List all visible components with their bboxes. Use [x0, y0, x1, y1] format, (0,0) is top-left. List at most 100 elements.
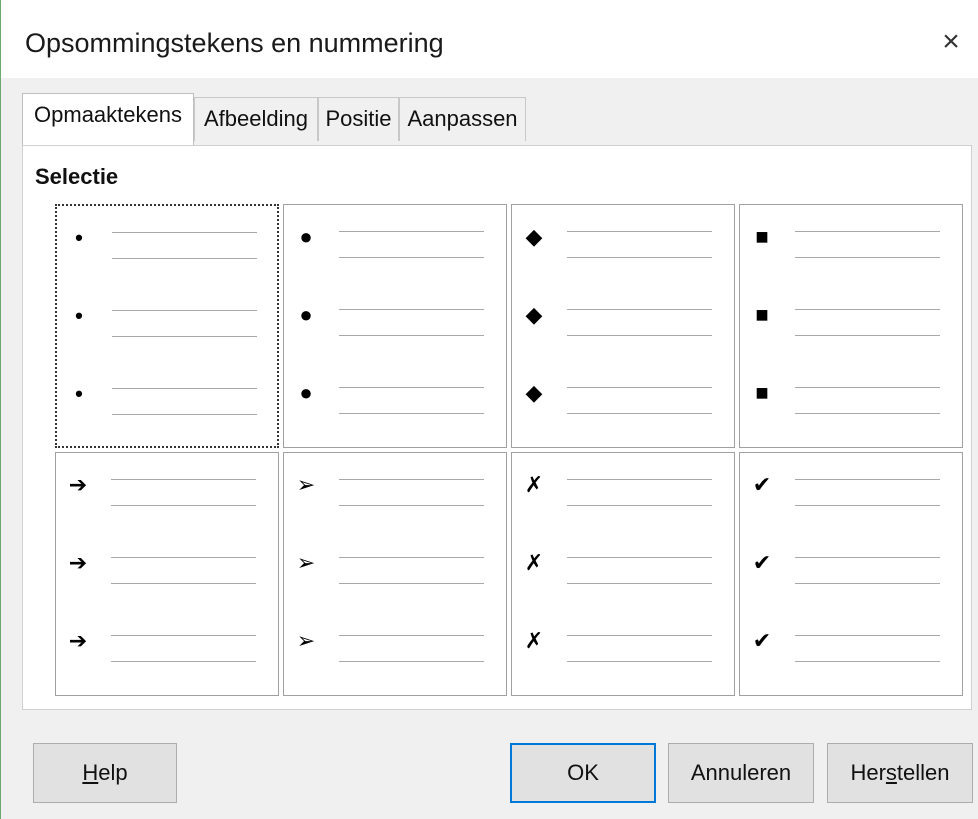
preview-rule: [567, 387, 712, 388]
tab-positie[interactable]: Positie: [318, 97, 399, 141]
reset-label-pre: Her: [850, 760, 886, 785]
selection-heading: Selectie: [35, 164, 119, 189]
small-bullet-icon: •: [75, 303, 83, 328]
preview-rule: [339, 479, 484, 480]
preview-rule: [339, 583, 484, 584]
preview-line: ➔: [56, 629, 278, 669]
preview-line: ✔: [740, 473, 962, 513]
preview-line: ◆: [512, 381, 734, 421]
preview-rule: [339, 387, 484, 388]
preview-line: ➢: [284, 473, 506, 513]
preview-rule: [339, 635, 484, 636]
help-label-post: elp: [98, 760, 128, 785]
reset-label-post: tellen: [896, 760, 950, 785]
preview-rule: [567, 257, 712, 258]
checkmark-bullet-icon: ✔: [752, 550, 772, 575]
preview-rule: [339, 661, 484, 662]
arrow-bullet-icon: ➔: [68, 550, 88, 575]
preview-rule: [339, 231, 484, 232]
tab-afbeelding[interactable]: Afbeelding: [194, 97, 318, 141]
preview-rule: [111, 505, 256, 506]
tab-panel: Selectie • • • ● ● ● ◆ ◆ ◆ ■ ■ ■ ➔ ➔ ➔ ➢ ➢ ➢ ✗ ✗ ✗ ✔ ✔ ✔: [22, 145, 972, 710]
preview-line: ➢: [284, 629, 506, 669]
preview-line: ➔: [56, 551, 278, 591]
preview-rule: [795, 557, 940, 558]
large-bullet-icon: ●: [299, 380, 313, 405]
preview-rule: [111, 635, 256, 636]
preview-rule: [112, 336, 257, 337]
preview-line: ■: [740, 381, 962, 421]
cross-bullet-icon: ✗: [524, 628, 544, 653]
tab-aanpassen[interactable]: Aanpassen: [399, 97, 526, 141]
large-bullet-icon: ●: [299, 224, 313, 249]
preview-rule: [112, 258, 257, 259]
preview-line: ●: [284, 303, 506, 343]
title-bar: Opsommingstekens en nummering ×: [1, 0, 978, 78]
preview-rule: [795, 583, 940, 584]
dialog-title: Opsommingstekens en nummering: [25, 28, 444, 58]
large-bullet-icon: ●: [299, 302, 313, 327]
preview-rule: [339, 557, 484, 558]
preview-line: ◆: [512, 303, 734, 343]
preview-line: •: [57, 304, 277, 344]
bullet-style-option[interactable]: ➔ ➔ ➔: [55, 452, 279, 696]
preview-line: ✗: [512, 629, 734, 669]
preview-rule: [795, 309, 940, 310]
bullets-numbering-dialog: Opsommingstekens en nummering × Opmaakte…: [0, 0, 978, 819]
bullet-style-option[interactable]: ✔ ✔ ✔: [739, 452, 963, 696]
help-button[interactable]: Help: [33, 743, 177, 803]
square-bullet-icon: ■: [755, 224, 769, 249]
cross-bullet-icon: ✗: [524, 550, 544, 575]
small-bullet-icon: •: [75, 381, 83, 406]
square-bullet-icon: ■: [755, 380, 769, 405]
arrowhead-bullet-icon: ➢: [296, 472, 316, 497]
preview-rule: [567, 413, 712, 414]
bullet-style-option[interactable]: ➢ ➢ ➢: [283, 452, 507, 696]
close-icon[interactable]: ×: [931, 22, 971, 62]
preview-rule: [111, 479, 256, 480]
cancel-button[interactable]: Annuleren: [668, 743, 814, 803]
preview-rule: [567, 583, 712, 584]
arrow-bullet-icon: ➔: [68, 628, 88, 653]
preview-line: ✔: [740, 551, 962, 591]
bullet-style-option[interactable]: ■ ■ ■: [739, 204, 963, 448]
preview-rule: [567, 479, 712, 480]
preview-rule: [795, 635, 940, 636]
preview-line: ●: [284, 381, 506, 421]
checkmark-bullet-icon: ✔: [752, 628, 772, 653]
preview-rule: [567, 309, 712, 310]
preview-rule: [339, 335, 484, 336]
bullet-style-option[interactable]: ✗ ✗ ✗: [511, 452, 735, 696]
bullet-style-option[interactable]: ● ● ●: [283, 204, 507, 448]
square-bullet-icon: ■: [755, 302, 769, 327]
preview-rule: [567, 557, 712, 558]
preview-line: ■: [740, 303, 962, 343]
preview-rule: [567, 505, 712, 506]
preview-rule: [795, 479, 940, 480]
preview-rule: [111, 583, 256, 584]
preview-rule: [795, 335, 940, 336]
bullet-style-option[interactable]: • • •: [55, 204, 279, 448]
cross-bullet-icon: ✗: [524, 472, 544, 497]
arrowhead-bullet-icon: ➢: [296, 628, 316, 653]
preview-line: ✔: [740, 629, 962, 669]
ok-button[interactable]: OK: [510, 743, 656, 803]
preview-rule: [795, 505, 940, 506]
preview-line: ◆: [512, 225, 734, 265]
bullet-style-option[interactable]: ◆ ◆ ◆: [511, 204, 735, 448]
reset-button[interactable]: Herstellen: [827, 743, 973, 803]
arrow-bullet-icon: ➔: [68, 472, 88, 497]
preview-rule: [567, 335, 712, 336]
preview-rule: [111, 661, 256, 662]
preview-rule: [795, 413, 940, 414]
preview-line: ●: [284, 225, 506, 265]
preview-line: ➢: [284, 551, 506, 591]
preview-rule: [795, 387, 940, 388]
preview-line: ➔: [56, 473, 278, 513]
preview-rule: [339, 413, 484, 414]
preview-rule: [339, 309, 484, 310]
tab-opmaaktekens[interactable]: Opmaaktekens: [22, 93, 194, 145]
preview-rule: [795, 231, 940, 232]
preview-line: ✗: [512, 551, 734, 591]
checkmark-bullet-icon: ✔: [752, 472, 772, 497]
